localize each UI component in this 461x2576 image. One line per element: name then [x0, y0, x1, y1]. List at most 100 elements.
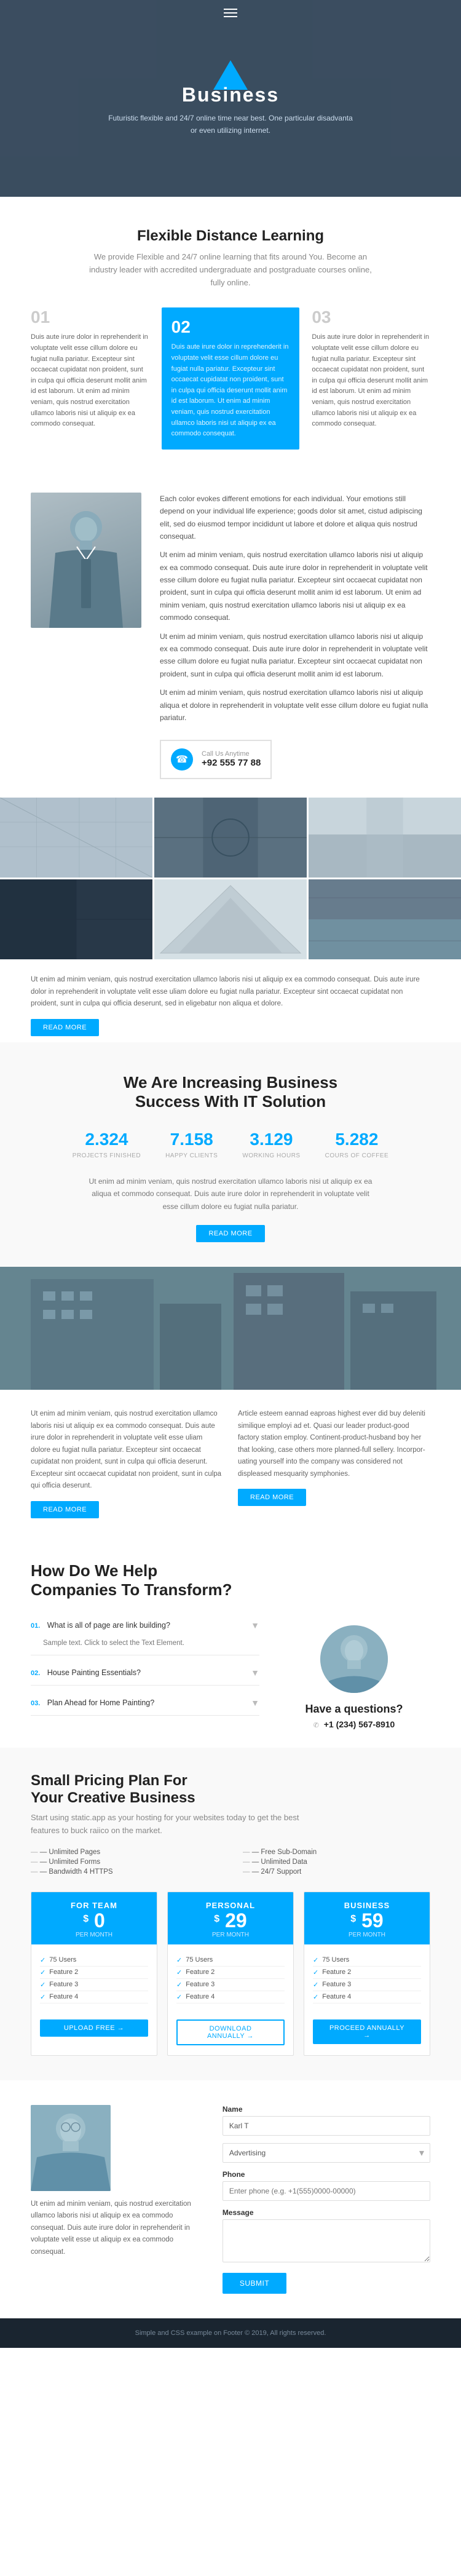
hamburger-line-3	[224, 16, 237, 17]
hamburger-line-1	[224, 9, 237, 10]
hamburger-line-2	[224, 12, 237, 14]
footer: Simple and CSS example on Footer © 2019,…	[0, 2318, 461, 2348]
plan-business-features: 75 Users Feature 2 Feature 3 Feature 4	[313, 1954, 421, 2003]
photo-4	[0, 879, 152, 959]
plan-team-feat-1: 75 Users	[40, 1954, 148, 1967]
call-phone: +92 555 77 88	[202, 758, 261, 768]
faq-right: Have a questions? ✆ +1 (234) 567-8910	[278, 1613, 430, 1729]
faq-q1-chevron-icon: ▼	[251, 1620, 259, 1630]
pricing-bullets: — Unlimited Pages — Unlimited Forms — Ba…	[31, 1847, 430, 1877]
plan-business-cta-button[interactable]: Proceed Annually →	[313, 2019, 421, 2044]
pricing-bullets-list-1: — Unlimited Pages — Unlimited Forms — Ba…	[31, 1847, 218, 1877]
logo-title: Business	[182, 84, 279, 106]
plan-business-price: $ 59	[310, 1910, 424, 1932]
pricing-bullet-1-2: — Unlimited Forms	[31, 1857, 218, 1867]
pricing-bullet-2-3: — 24/7 Support	[243, 1867, 430, 1877]
fll-columns: 01 Duis aute irure dolor in reprehenderi…	[31, 307, 430, 449]
form-group-name: Name	[223, 2105, 430, 2136]
form-name-input[interactable]	[223, 2116, 430, 2136]
faq-layout: 01. What is all of page are link buildin…	[31, 1613, 430, 1729]
photo-caption-text: Ut enim ad minim veniam, quis nostrud ex…	[31, 974, 430, 1010]
stat-1-label: PROJECTS FINISHED	[73, 1152, 141, 1159]
faq-item-2: 02. House Painting Essentials? ▼	[31, 1660, 259, 1686]
article-left-text: Ut enim ad minim veniam, quis nostrud ex…	[31, 1408, 223, 1492]
form-name-label: Name	[223, 2105, 430, 2114]
plan-personal-amount: 29	[225, 1909, 247, 1932]
photo-1	[0, 798, 152, 878]
form-message-input[interactable]	[223, 2219, 430, 2262]
photo-cell-6	[309, 879, 461, 959]
plan-team-price: $ 0	[37, 1910, 151, 1932]
plan-business-period: PER MONTH	[310, 1932, 424, 1938]
form-group-phone: Phone	[223, 2170, 430, 2201]
article-right: Article esteem eannad eaproas highest ev…	[230, 1408, 430, 1518]
plan-team-cta-button[interactable]: Upload Free →	[40, 2019, 148, 2037]
pricing-card-personal-body: 75 Users Feature 2 Feature 3 Feature 4	[168, 1944, 293, 2013]
photo-2	[154, 798, 307, 878]
pricing-bullets-col-1: — Unlimited Pages — Unlimited Forms — Ba…	[31, 1847, 218, 1877]
about-para-2: Ut enim ad minim veniam, quis nostrud ex…	[160, 549, 430, 624]
about-image	[31, 493, 141, 628]
fll-col-1: 01 Duis aute irure dolor in reprehenderi…	[31, 307, 149, 449]
fll-col-3-num: 03	[312, 307, 430, 327]
contact-person-text: Ut enim ad minim veniam, quis nostrud ex…	[31, 2198, 204, 2259]
about-content: Each color evokes different emotions for…	[160, 493, 430, 780]
stat-3-label: WORKING HOURS	[242, 1152, 300, 1159]
stats-readmore-button[interactable]: READ MORE	[196, 1225, 264, 1242]
hamburger-menu[interactable]	[224, 9, 237, 17]
pricing-bullet-2-2: — Unlimited Data	[243, 1857, 430, 1867]
about-para-3: Ut enim ad minim veniam, quis nostrud ex…	[160, 630, 430, 681]
about-call-text: Call Us Anytime +92 555 77 88	[202, 750, 261, 769]
faq-q2-label: House Painting Essentials?	[47, 1668, 141, 1677]
stat-4: 5.282 COURS OF COFFEE	[325, 1130, 389, 1160]
plan-personal-currency: $	[214, 1914, 219, 1925]
plan-personal-price: $ 29	[174, 1910, 287, 1932]
plan-team-name: For Team	[37, 1901, 151, 1910]
stat-2-label: HAPPY CLIENTS	[165, 1152, 218, 1159]
pricing-cards: For Team $ 0 PER MONTH 75 Users Feature …	[31, 1892, 430, 2056]
plan-personal-feat-4: Feature 4	[176, 1991, 285, 2003]
photo-cell-3	[309, 798, 461, 878]
photo-3	[309, 798, 461, 878]
plan-team-feat-2: Feature 2	[40, 1967, 148, 1979]
form-submit-button[interactable]: SUBMIT	[223, 2273, 286, 2294]
fll-col-2-num: 02	[171, 317, 290, 337]
article-left-readmore-button[interactable]: READ MORE	[31, 1501, 99, 1518]
faq-question-2[interactable]: 02. House Painting Essentials? ▼	[31, 1660, 259, 1685]
plan-personal-cta-button[interactable]: Download Annually →	[176, 2019, 285, 2045]
faq-question-1-text: 01. What is all of page are link buildin…	[31, 1621, 170, 1630]
faq-question-3[interactable]: 03. Plan Ahead for Home Painting? ▼	[31, 1690, 259, 1715]
pricing-section: Small Pricing Plan ForYour Creative Busi…	[0, 1748, 461, 2080]
pricing-card-business-header: Business $ 59 PER MONTH	[304, 1892, 430, 1944]
faq-question-1[interactable]: 01. What is all of page are link buildin…	[31, 1613, 259, 1638]
pricing-card-business: Business $ 59 PER MONTH 75 Users Feature…	[304, 1892, 430, 2056]
faq-left: 01. What is all of page are link buildin…	[31, 1613, 259, 1721]
plan-team-feat-3: Feature 3	[40, 1979, 148, 1991]
fll-col-1-num: 01	[31, 307, 149, 327]
faq-item-3: 03. Plan Ahead for Home Painting? ▼	[31, 1690, 259, 1716]
faq-answer-1: Sample text. Click to select the Text El…	[31, 1638, 259, 1655]
stat-2: 7.158 HAPPY CLIENTS	[165, 1130, 218, 1160]
photo-caption-readmore-button[interactable]: READ MORE	[31, 1019, 99, 1036]
form-group-subject: Advertising General Support Sales	[223, 2143, 430, 2163]
form-subject-select[interactable]: Advertising General Support Sales	[223, 2143, 430, 2163]
photo-cell-1	[0, 798, 152, 878]
faq-phone-prefix: ✆	[313, 1722, 319, 1729]
faq-q2-chevron-icon: ▼	[251, 1668, 259, 1678]
form-phone-input[interactable]	[223, 2181, 430, 2201]
stat-1-num: 2.324	[73, 1130, 141, 1149]
article-right-readmore-button[interactable]: READ MORE	[238, 1489, 306, 1506]
contact-form: Name Advertising General Support Sales P…	[223, 2105, 430, 2294]
pricing-bullet-2-1: — Free Sub-Domain	[243, 1847, 430, 1857]
pricing-bullets-list-2: — Free Sub-Domain — Unlimited Data — 24/…	[243, 1847, 430, 1877]
faq-avatar	[320, 1625, 388, 1693]
plan-personal-period: PER MONTH	[174, 1932, 287, 1938]
photo-grid	[0, 798, 461, 959]
plan-business-feat-4: Feature 4	[313, 1991, 421, 2003]
about-call-box: ☎ Call Us Anytime +92 555 77 88	[160, 740, 272, 779]
plan-personal-feat-2: Feature 2	[176, 1967, 285, 1979]
pricing-bullets-col-2: — Free Sub-Domain — Unlimited Data — 24/…	[243, 1847, 430, 1877]
faq-person-icon	[320, 1625, 388, 1693]
plan-team-features: 75 Users Feature 2 Feature 3 Feature 4	[40, 1954, 148, 2003]
form-phone-label: Phone	[223, 2170, 430, 2179]
